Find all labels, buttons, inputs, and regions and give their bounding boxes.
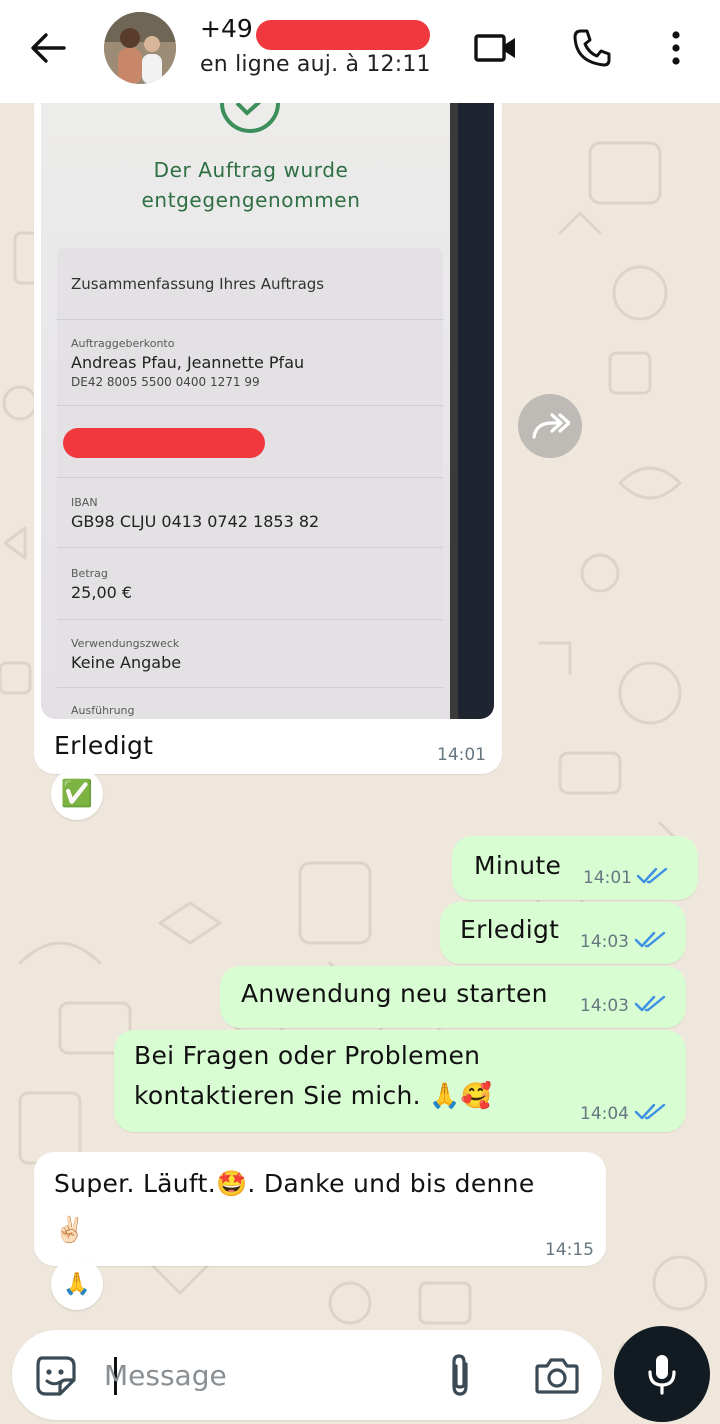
message-text-line2: ✌🏻 bbox=[54, 1215, 86, 1244]
screenshot-title-line2: entgegengenommen bbox=[141, 188, 361, 212]
phone-frame-edge bbox=[450, 103, 458, 719]
contact-name[interactable]: +49 bbox=[200, 14, 253, 43]
message-time: 14:01 bbox=[437, 745, 486, 765]
more-vertical-icon bbox=[672, 31, 680, 65]
more-options-button[interactable] bbox=[650, 24, 702, 72]
message-text: Anwendung neu starten bbox=[241, 979, 548, 1008]
message-time: 14:04 bbox=[580, 1104, 629, 1124]
contact-status: en ligne auj. à 12:11 bbox=[200, 52, 431, 77]
payer-iban: DE42 8005 5500 0400 1271 99 bbox=[71, 375, 260, 389]
message-reaction[interactable]: ✅ bbox=[51, 768, 103, 820]
redaction-mark bbox=[63, 428, 265, 458]
summary-divider bbox=[57, 687, 443, 688]
avatar-photo bbox=[104, 12, 176, 84]
camera-icon bbox=[535, 1358, 579, 1394]
amount-label: Betrag bbox=[71, 567, 108, 580]
back-button[interactable] bbox=[22, 26, 74, 70]
message-text: Minute bbox=[474, 851, 562, 880]
message-time: 14:03 bbox=[580, 996, 629, 1016]
phone-icon bbox=[573, 29, 611, 67]
phone-frame-edge bbox=[458, 103, 494, 719]
read-receipt-icon bbox=[634, 931, 666, 948]
purpose-value: Keine Angabe bbox=[71, 653, 182, 672]
message-text-line1: Bei Fragen oder Problemen bbox=[134, 1041, 481, 1070]
microphone-icon bbox=[648, 1355, 676, 1395]
forward-button[interactable] bbox=[518, 394, 582, 458]
message-composer bbox=[12, 1330, 602, 1420]
voice-call-button[interactable] bbox=[566, 24, 618, 72]
message-time: 14:15 bbox=[545, 1240, 594, 1260]
image-caption: Erledigt bbox=[54, 731, 154, 760]
voice-message-button[interactable] bbox=[614, 1326, 710, 1422]
forward-icon bbox=[532, 413, 570, 439]
video-call-button[interactable] bbox=[470, 24, 522, 72]
arrow-left-icon bbox=[31, 33, 66, 63]
camera-button[interactable] bbox=[534, 1354, 580, 1396]
read-receipt-icon bbox=[634, 1103, 666, 1120]
chat-header: +49 en ligne auj. à 12:11 bbox=[0, 0, 720, 103]
message-text: Erledigt bbox=[460, 915, 560, 944]
iban-label: IBAN bbox=[71, 496, 98, 509]
paperclip-icon bbox=[452, 1354, 468, 1396]
summary-divider bbox=[57, 477, 443, 478]
summary-divider bbox=[57, 405, 443, 406]
message-time: 14:01 bbox=[583, 868, 632, 888]
execution-label: Ausführung bbox=[71, 704, 135, 717]
redaction-mark bbox=[256, 20, 430, 50]
payer-label: Auftraggeberkonto bbox=[71, 337, 175, 350]
amount-value: 25,00 € bbox=[71, 583, 133, 602]
screenshot-title: Der Auftrag wurde entgegengenommen bbox=[101, 155, 401, 215]
purpose-label: Verwendungszweck bbox=[71, 637, 180, 650]
summary-divider bbox=[57, 619, 443, 620]
video-camera-icon bbox=[474, 34, 515, 62]
summary-heading: Zusammenfassung Ihres Auftrags bbox=[71, 275, 325, 293]
iban-value: GB98 CLJU 0413 0742 1853 82 bbox=[71, 512, 320, 531]
attach-button[interactable] bbox=[442, 1352, 478, 1400]
message-reaction[interactable]: 🙏 bbox=[51, 1258, 103, 1310]
read-receipt-icon bbox=[634, 995, 666, 1012]
screenshot-title-line1: Der Auftrag wurde bbox=[153, 158, 349, 182]
sticker-icon bbox=[36, 1356, 76, 1396]
sticker-button[interactable] bbox=[34, 1354, 78, 1398]
avatar[interactable] bbox=[104, 12, 176, 84]
message-text-line1: Super. Läuft.🤩. Danke und bis denne bbox=[54, 1169, 535, 1198]
summary-divider bbox=[57, 319, 443, 320]
message-text-line2: kontaktieren Sie mich. 🙏🥰 bbox=[134, 1081, 493, 1110]
payer-name: Andreas Pfau, Jeannette Pfau bbox=[71, 353, 305, 372]
shared-screenshot-image[interactable]: Der Auftrag wurde entgegengenommen Zusam… bbox=[41, 103, 494, 719]
message-input[interactable] bbox=[104, 1352, 424, 1398]
message-time: 14:03 bbox=[580, 932, 629, 952]
summary-divider bbox=[57, 547, 443, 548]
read-receipt-icon bbox=[636, 867, 668, 884]
